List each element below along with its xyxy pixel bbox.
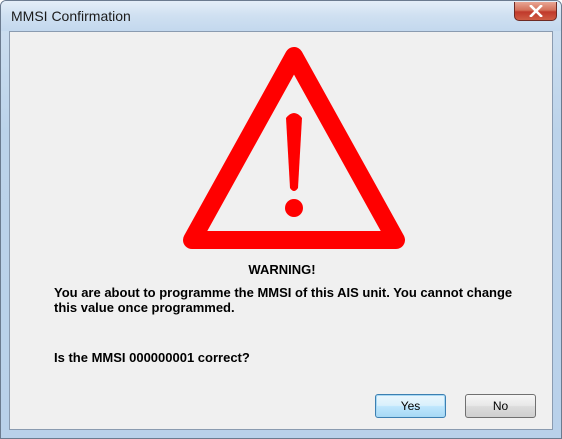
confirm-question: Is the MMSI 000000001 correct? bbox=[54, 350, 250, 365]
window-title: MMSI Confirmation bbox=[11, 8, 131, 24]
warning-triangle-icon bbox=[182, 42, 406, 252]
title-bar[interactable]: MMSI Confirmation bbox=[1, 1, 561, 31]
mmsi-confirmation-dialog: MMSI Confirmation WARNING! You are about… bbox=[0, 0, 562, 439]
close-button[interactable] bbox=[514, 2, 557, 21]
yes-button[interactable]: Yes bbox=[375, 394, 446, 418]
dialog-content: WARNING! You are about to programme the … bbox=[9, 31, 553, 430]
warning-heading: WARNING! bbox=[248, 262, 316, 277]
close-icon bbox=[515, 2, 556, 20]
warning-message: You are about to programme the MMSI of t… bbox=[54, 285, 513, 315]
no-button[interactable]: No bbox=[465, 394, 536, 418]
